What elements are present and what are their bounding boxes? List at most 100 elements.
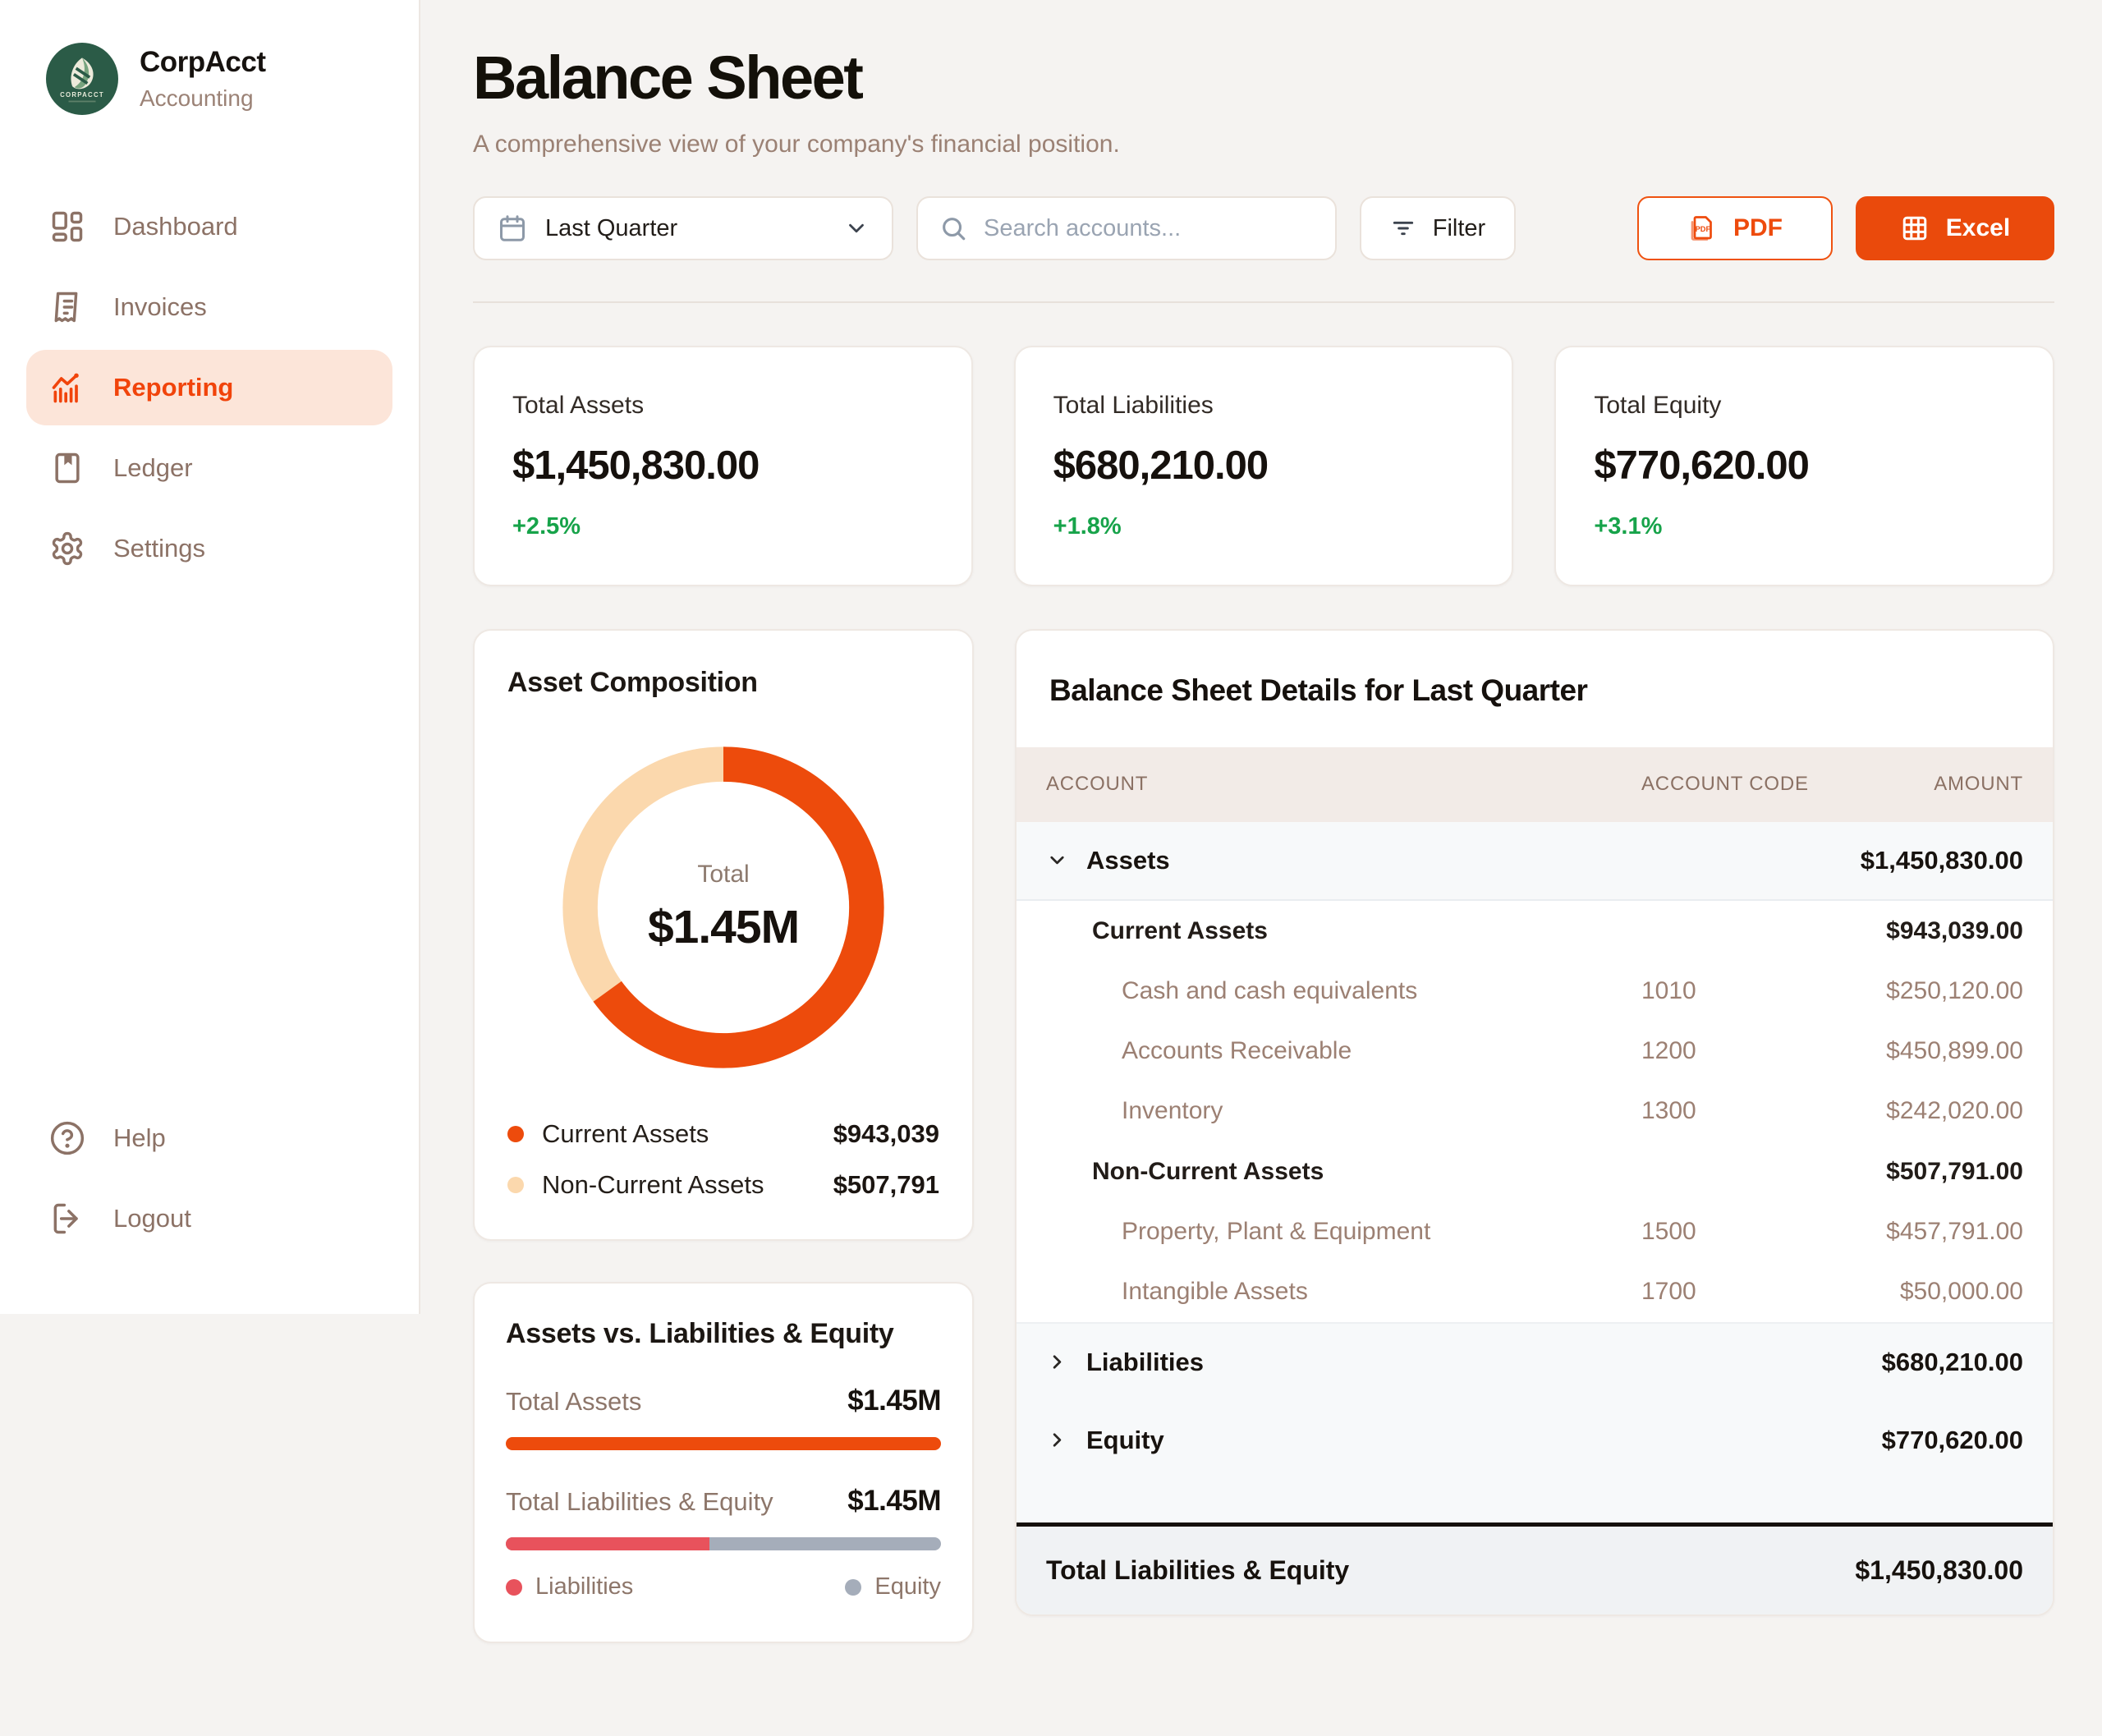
period-selector[interactable]: Last Quarter xyxy=(473,196,893,260)
filter-button[interactable]: Filter xyxy=(1360,196,1516,260)
search-box xyxy=(916,196,1337,260)
total-liabilities-equity-bar-row: Total Liabilities & Equity $1.45M xyxy=(506,1485,941,1550)
pdf-label: PDF xyxy=(1733,214,1783,242)
chevron-down-icon xyxy=(844,216,869,241)
row-code: 1010 xyxy=(1641,977,1859,1005)
corpacct-logo: CORPACCT xyxy=(46,43,118,115)
row-code: 1300 xyxy=(1641,1097,1859,1125)
legend-item-liabilities: Liabilities xyxy=(506,1573,633,1601)
sidebar-item-label: Reporting xyxy=(113,373,233,402)
sidebar-nav: Dashboard Invoices Reporting Ledger Sett… xyxy=(26,189,392,586)
reporting-icon xyxy=(49,370,85,406)
sidebar-item-ledger[interactable]: Ledger xyxy=(26,430,392,506)
legend-label: Liabilities xyxy=(535,1573,633,1601)
sidebar-item-label: Help xyxy=(113,1123,166,1153)
sidebar-item-label: Logout xyxy=(113,1204,191,1233)
stat-card-total-equity: Total Equity $770,620.00 +3.1% xyxy=(1554,346,2054,586)
legend-dot-peach xyxy=(507,1177,524,1193)
period-value: Last Quarter xyxy=(545,215,826,242)
sidebar-bottom: Help Logout xyxy=(26,1100,392,1256)
stat-value: $680,210.00 xyxy=(1053,443,1475,489)
export-excel-button[interactable]: Excel xyxy=(1856,196,2054,260)
footer-amount: $1,450,830.00 xyxy=(1855,1555,2023,1586)
export-pdf-button[interactable]: PDF PDF xyxy=(1637,196,1833,260)
stat-value: $770,620.00 xyxy=(1594,443,2015,489)
assets-vs-title: Assets vs. Liabilities & Equity xyxy=(506,1318,941,1350)
bar-label: Total Liabilities & Equity xyxy=(506,1487,773,1517)
sidebar-item-logout[interactable]: Logout xyxy=(26,1181,392,1256)
bar-value: $1.45M xyxy=(847,1485,941,1518)
liabilities-equity-bar xyxy=(506,1537,941,1550)
sidebar-item-invoices[interactable]: Invoices xyxy=(26,269,392,345)
asset-composition-title: Asset Composition xyxy=(507,667,939,699)
row-account: Inventory xyxy=(1046,1097,1641,1125)
sidebar-item-dashboard[interactable]: Dashboard xyxy=(26,189,392,264)
column-header-account: ACCOUNT xyxy=(1046,770,1641,799)
table-row-intangible-assets: Intangible Assets 1700 $50,000.00 xyxy=(1017,1262,2053,1322)
table-footer-total: Total Liabilities & Equity $1,450,830.00 xyxy=(1017,1522,2053,1614)
table-row-assets[interactable]: Assets $1,450,830.00 xyxy=(1017,822,2053,901)
brand: CORPACCT CorpAcct Accounting xyxy=(26,43,392,115)
bar-label: Total Assets xyxy=(506,1387,641,1417)
sidebar-item-help[interactable]: Help xyxy=(26,1100,392,1176)
page-subtitle: A comprehensive view of your company's f… xyxy=(473,131,2054,158)
legend-label: Equity xyxy=(874,1573,941,1601)
table-row-liabilities[interactable]: Liabilities $680,210.00 xyxy=(1017,1322,2053,1401)
stat-delta: +1.8% xyxy=(1053,513,1475,540)
row-account: Accounts Receivable xyxy=(1046,1037,1641,1065)
vs-legend: Liabilities Equity xyxy=(506,1573,941,1601)
sidebar: CORPACCT CorpAcct Accounting Dashboard I… xyxy=(0,0,420,1314)
row-code: 1700 xyxy=(1641,1278,1859,1306)
legend-dot-orange xyxy=(507,1126,524,1142)
row-amount: $450,899.00 xyxy=(1859,1037,2023,1065)
row-amount: $770,620.00 xyxy=(1859,1426,2023,1455)
settings-icon xyxy=(49,530,85,567)
legend-value: $943,039 xyxy=(833,1119,939,1149)
invoices-icon xyxy=(49,289,85,325)
chevron-right-icon xyxy=(1046,1351,1068,1373)
main-content: Balance Sheet A comprehensive view of yo… xyxy=(422,0,2102,1688)
legend-dot-gray xyxy=(845,1579,861,1596)
row-code: 1200 xyxy=(1641,1037,1859,1065)
row-account: Property, Plant & Equipment xyxy=(1046,1218,1641,1246)
row-amount: $943,039.00 xyxy=(1859,917,2023,945)
left-column: Asset Composition Total $1.45M Current A… xyxy=(473,629,974,1643)
stat-label: Total Liabilities xyxy=(1053,392,1475,420)
assets-vs-card: Assets vs. Liabilities & Equity Total As… xyxy=(473,1282,974,1643)
sidebar-item-reporting[interactable]: Reporting xyxy=(26,350,392,425)
row-account: Cash and cash equivalents xyxy=(1046,977,1641,1005)
brand-name: CorpAcct xyxy=(140,46,266,79)
dashboard-icon xyxy=(49,209,85,245)
row-amount: $680,210.00 xyxy=(1859,1348,2023,1377)
row-amount: $242,020.00 xyxy=(1859,1097,2023,1125)
column-header-account-code: ACCOUNT CODE xyxy=(1641,770,1859,799)
excel-label: Excel xyxy=(1946,214,2010,242)
legend-value: $507,791 xyxy=(833,1170,939,1200)
donut-legend: Current Assets $943,039 Non-Current Asse… xyxy=(507,1119,939,1200)
logout-icon xyxy=(49,1201,85,1237)
footer-label: Total Liabilities & Equity xyxy=(1046,1555,1349,1586)
chevron-down-icon xyxy=(1046,849,1068,871)
search-input[interactable] xyxy=(984,215,1314,242)
chevron-right-icon xyxy=(1046,1429,1068,1451)
stat-label: Total Equity xyxy=(1594,392,2015,420)
table-row-cash: Cash and cash equivalents 1010 $250,120.… xyxy=(1017,962,2053,1022)
donut-center-value: $1.45M xyxy=(648,900,799,954)
row-amount: $507,791.00 xyxy=(1859,1158,2023,1186)
sidebar-item-label: Dashboard xyxy=(113,212,238,241)
filter-icon xyxy=(1390,215,1416,241)
legend-label: Current Assets xyxy=(542,1119,709,1149)
total-assets-bar-row: Total Assets $1.45M xyxy=(506,1385,941,1450)
sidebar-item-settings[interactable]: Settings xyxy=(26,511,392,586)
table-spacer xyxy=(1017,1480,2053,1522)
stat-card-total-liabilities: Total Liabilities $680,210.00 +1.8% xyxy=(1014,346,1514,586)
stat-card-total-assets: Total Assets $1,450,830.00 +2.5% xyxy=(473,346,973,586)
row-account: Liabilities xyxy=(1086,1348,1204,1377)
table-row-ppe: Property, Plant & Equipment 1500 $457,79… xyxy=(1017,1202,2053,1262)
table-row-equity[interactable]: Equity $770,620.00 xyxy=(1017,1401,2053,1480)
column-header-amount: AMOUNT xyxy=(1859,770,2023,799)
table-row-current-assets: Current Assets $943,039.00 xyxy=(1017,901,2053,962)
total-assets-bar xyxy=(506,1437,941,1450)
toolbar: Last Quarter Filter PDF PDF Excel xyxy=(473,196,2054,260)
bar-value: $1.45M xyxy=(847,1385,941,1417)
